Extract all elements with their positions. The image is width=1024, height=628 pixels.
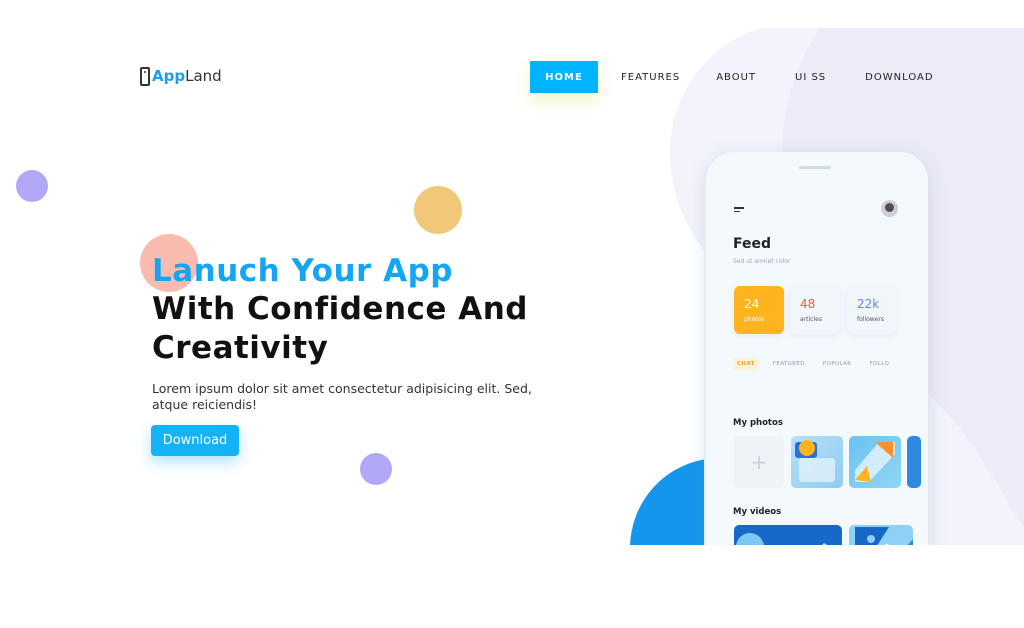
hero-description: Lorem ipsum dolor sit amet consectetur a… — [152, 381, 532, 412]
brand-logo[interactable]: App Land — [140, 65, 222, 87]
stat-value: 22k — [857, 297, 880, 311]
stat-label: followers — [857, 316, 884, 323]
brand-name-app: App — [152, 67, 186, 85]
stat-value: 24 — [744, 297, 760, 311]
hero-title-line3: Creativity — [152, 330, 329, 366]
download-button[interactable]: Download — [151, 425, 239, 456]
feed-title: Feed — [733, 236, 772, 252]
phone-mockup: Feed Sed ut amnet color 24 photos 48 art… — [706, 152, 928, 545]
tab-follo: FOLLO — [869, 361, 890, 367]
tab-popular: POPULAR — [822, 361, 852, 367]
hero-title-line2: With Confidence And — [152, 291, 528, 327]
tab-featured: FEATURED — [772, 361, 805, 367]
plus-icon: + — [734, 436, 784, 488]
nav-home[interactable]: HOME — [530, 61, 598, 93]
stat-followers: 22k followers — [847, 286, 897, 334]
page: App Land HOME FEATURES ABOUT UI SS DOWNL… — [0, 0, 1024, 628]
stat-photos: 24 photos — [734, 286, 784, 334]
section-my-photos: My photos — [733, 418, 783, 428]
phone-notch — [799, 166, 831, 169]
nav-about[interactable]: ABOUT — [716, 72, 756, 83]
video-thumbnail — [849, 525, 913, 545]
decor-dot-purple-small — [360, 453, 392, 485]
section-my-videos: My videos — [733, 507, 782, 517]
stat-articles: 48 articles — [790, 286, 840, 334]
stat-label: articles — [800, 316, 822, 323]
nav-ui-ss[interactable]: UI SS — [795, 72, 826, 83]
photo-thumbnail — [849, 436, 901, 488]
tab-chat: CHAT — [733, 358, 759, 370]
menu-icon — [734, 207, 744, 213]
phone-icon — [140, 66, 150, 86]
decor-dot-purple — [16, 170, 48, 202]
hero-title-line1: Lanuch Your App — [152, 253, 453, 289]
decor-dot-yellow — [414, 186, 462, 234]
phone-tabs: CHAT FEATURED POPULAR FOLLO — [733, 358, 893, 370]
video-thumbnail — [734, 525, 842, 545]
stat-label: photos — [744, 316, 765, 323]
brand-name-land: Land — [185, 67, 222, 85]
hero-section: App Land HOME FEATURES ABOUT UI SS DOWNL… — [0, 28, 1024, 545]
avatar-icon — [881, 200, 898, 217]
photo-thumbnail — [791, 436, 843, 488]
feed-subtitle: Sed ut amnet color — [733, 258, 791, 265]
nav-download[interactable]: DOWNLOAD — [865, 72, 933, 83]
stat-value: 48 — [800, 297, 816, 311]
main-nav: HOME FEATURES ABOUT UI SS DOWNLOAD — [530, 61, 934, 93]
photo-thumbnail — [907, 436, 921, 488]
nav-features[interactable]: FEATURES — [621, 72, 680, 83]
